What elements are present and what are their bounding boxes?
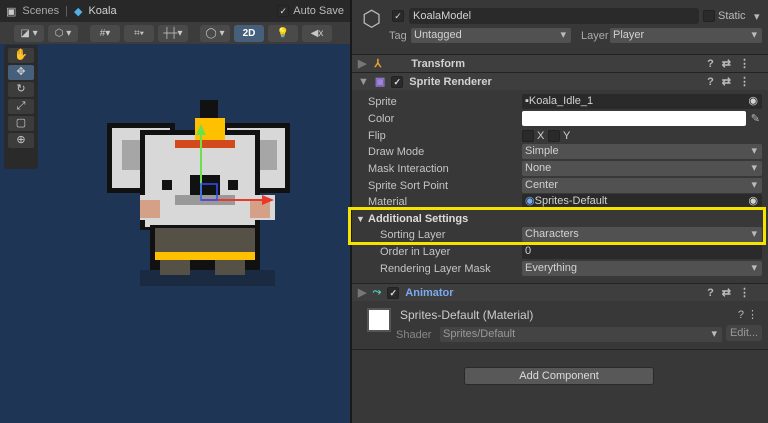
transform-header[interactable]: ▶ ⅄ Transform ?⇄⋮ [352,54,768,72]
tag-dropdown[interactable]: Untagged [411,28,571,43]
material-preview: Sprites-Default (Material) ? ⋮ Shader Sp… [352,302,768,350]
layer-dropdown[interactable]: Player [610,28,762,43]
shader-label: Shader [396,329,432,341]
koala-sprite[interactable] [0,44,350,423]
animator-enabled[interactable]: ✓ [387,286,400,299]
scale-tool-icon[interactable]: ⤢ [8,99,34,114]
field-label: Flip [368,129,386,142]
flip-y-label: Y [563,129,571,142]
material-title: Sprites-Default (Material) [400,308,534,322]
hand-tool-icon[interactable]: ✋ [8,48,34,63]
shader-dropdown[interactable]: Sprites/Default [440,327,722,342]
auto-save-checkbox[interactable]: ✓ [277,5,290,17]
order-in-layer-row: Order in Layer 0 [352,243,768,260]
scene-tab-bar: ▣ Scenes | ◆ Koala ✓ Auto Save [0,0,350,22]
gameobject-cube-icon: ⬡ [362,6,382,31]
rendering-layer-mask-row: Rendering Layer Mask Everything [352,260,768,277]
grid-button[interactable]: #▾ [90,24,120,42]
scenes-breadcrumb[interactable]: Scenes [22,5,59,17]
prefab-icon: ◆ [73,5,83,18]
static-checkbox[interactable] [703,10,715,22]
field-label: Mask Interaction [368,162,449,175]
prefab-breadcrumb[interactable]: Koala [88,5,116,17]
auto-save-toggle[interactable]: ✓ Auto Save [277,5,344,17]
flip-x-label: X [537,129,545,142]
static-dropdown[interactable]: ▾ [754,10,760,23]
color-row: Color ✎ [352,110,768,127]
scene-icon: ▣ [6,5,17,18]
shader-edit-button[interactable]: Edit... [726,325,762,341]
material-icons[interactable]: ? ⋮ [738,308,758,321]
rotate-tool-icon[interactable]: ↻ [8,82,34,97]
sprite-renderer-icon: ▣ [374,76,386,88]
shading-button[interactable]: ◯ ▾ [200,24,230,42]
sprite-field[interactable]: ▪Koala_Idle_1 ◉ [522,94,762,109]
sprite-sort-point-row: Sprite Sort Point Center [352,177,768,194]
transform-title: Transform [411,57,465,70]
component-icons[interactable]: ?⇄⋮ [707,75,758,88]
add-component-button[interactable]: Add Component [464,367,654,385]
field-label: Draw Mode [368,145,425,158]
flip-row: Flip X Y [352,127,768,144]
layer-label: Layer [581,30,609,42]
animator-header[interactable]: ▶ ⤳ ✓ Animator ?⇄⋮ [352,283,768,301]
sprite-renderer-enabled[interactable]: ✓ [391,75,404,88]
move-tool-icon[interactable]: ✥ [8,65,34,80]
component-icons[interactable]: ?⇄⋮ [707,286,758,299]
highlight-box [348,207,766,245]
static-label: Static [718,10,746,22]
transform-tool-icon[interactable]: ⊕ [8,133,34,148]
mode-2d-button[interactable]: 2D [234,24,264,42]
transform-icon: ⅄ [374,58,382,70]
sprite-renderer-title: Sprite Renderer [409,75,492,88]
sprite-value: Koala_Idle_1 [528,95,594,107]
draw-mode-button[interactable]: ◪ ▾ [14,24,44,42]
audio-button[interactable]: ◀x [302,24,332,42]
rendering-layer-mask-dropdown[interactable]: Everything [522,261,762,276]
field-label: Order in Layer [380,245,451,258]
flip-y-checkbox[interactable] [548,129,560,142]
render-mode-button[interactable]: ⬡ ▾ [48,24,78,42]
sprite-row: Sprite ▪Koala_Idle_1 ◉ [352,93,768,110]
object-name-input[interactable]: KoalaModel [409,8,699,24]
field-label: Rendering Layer Mask [380,262,491,275]
order-in-layer-input[interactable]: 0 [522,244,762,259]
mask-interaction-row: Mask Interaction None [352,160,768,177]
sprite-sort-point-dropdown[interactable]: Center [522,178,762,193]
tool-palette: ✋ ✥ ↻ ⤢ ▢ ⊕ [4,45,38,169]
tag-label: Tag [389,30,407,42]
mask-interaction-dropdown[interactable]: None [522,161,762,176]
auto-save-label: Auto Save [293,5,344,17]
field-label: Color [368,112,395,125]
draw-mode-row: Draw Mode Simple [352,143,768,160]
animator-title[interactable]: Animator [405,287,453,299]
material-swatch [367,308,391,332]
field-label: Sprite Sort Point [368,179,449,192]
increment-snap-button[interactable]: ┼┼▾ [158,24,188,42]
field-label: Material [368,195,408,208]
scene-view[interactable] [0,0,350,423]
sprite-renderer-header[interactable]: ▼ ▣ ✓ Sprite Renderer ?⇄⋮ [352,72,768,90]
lighting-button[interactable]: 💡 [268,24,298,42]
component-icons[interactable]: ?⇄⋮ [707,57,758,70]
separator: | [65,5,68,17]
rect-tool-icon[interactable]: ▢ [8,116,34,131]
eyedropper-icon[interactable]: ✎ [751,112,760,125]
material-value: Sprites-Default [534,195,608,207]
color-swatch[interactable] [522,111,746,126]
draw-mode-dropdown[interactable]: Simple [522,144,762,159]
animator-icon: ⤳ [372,286,382,298]
active-checkbox[interactable]: ✓ [392,10,404,22]
scene-toolbar: ◪ ▾ ⬡ ▾ #▾ ⌗▾ ┼┼▾ ◯ ▾ 2D 💡 ◀x [0,22,350,44]
snap-button[interactable]: ⌗▾ [124,24,154,42]
field-label: Sprite [368,95,397,108]
flip-x-checkbox[interactable] [522,129,534,142]
